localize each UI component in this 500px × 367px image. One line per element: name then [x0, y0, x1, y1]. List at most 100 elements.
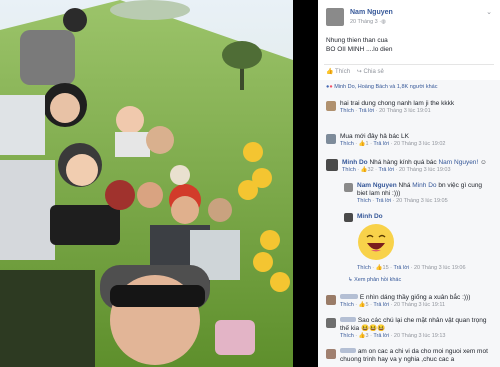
reply-meta: Thích · Trả lời · 20 Tháng 3 lúc 19:05 — [357, 198, 448, 204]
comment-body: E nhìn dáng thầy giống a xuân bắc :))) — [359, 294, 471, 301]
replier-avatar[interactable] — [344, 213, 353, 222]
post-time-text: 20 Tháng 3 — [350, 19, 378, 25]
comment-mention[interactable]: Nam Nguyen! — [438, 159, 478, 166]
comment-reply-link[interactable]: Trả lời — [359, 108, 375, 114]
thumbs-up-icon: 👍 — [326, 69, 334, 75]
comment-text: Sao các chú lại che mặt nhân vật quan tr… — [340, 317, 490, 333]
thumbs-up-icon: 👍 — [358, 333, 366, 339]
comment-meta: Thích · 👍1 · Trả lời · 20 Tháng 3 lúc 19… — [340, 141, 446, 147]
post-sidebar: Nam Nguyen 20 Tháng 3 ·◍ ⌄ Nhung thien t… — [318, 0, 500, 367]
post-text: Nhung thien than cua BO OII MINH ....lo … — [326, 36, 392, 54]
post-actions: 👍 Thích ↪ Chia sẻ — [326, 68, 384, 75]
comment-like-link[interactable]: Thích — [340, 333, 354, 339]
comment-author[interactable]: Minh Do — [342, 159, 368, 166]
reply-meta: Thích · 👍15 · Trả lời · 20 Tháng 3 lúc 1… — [357, 265, 466, 271]
comment-1: hai trai dung chong nanh lam ji the kkkk… — [340, 100, 490, 114]
comment-3: Minh Do Nhá hàng kính quá bác Nam Nguyen… — [342, 159, 492, 173]
comment-time[interactable]: 20 Tháng 3 lúc 19:03 — [399, 167, 451, 173]
sticker-laughing-emoji — [358, 224, 394, 260]
commenter-avatar[interactable] — [326, 295, 336, 305]
reply-reply-link[interactable]: Trả lời — [393, 265, 409, 271]
comment-body: am on cac a chi vi da cho moi nguoi xem … — [340, 348, 488, 363]
comment-text: E nhìn dáng thầy giống a xuân bắc :))) — [340, 294, 490, 302]
comment-body: Mua mới đây hả bác LK — [340, 133, 409, 140]
comment-reply-link[interactable]: Trả lời — [378, 167, 394, 173]
comment-2: Mua mới đây hả bác LK Thích · 👍1 · Trả l… — [340, 133, 490, 147]
comment-meta: Thích · Trả lời · 20 Tháng 3 lúc 19:01 — [340, 108, 431, 114]
comment-text: Minh Do Nhá hàng kính quá bác Nam Nguyen… — [342, 159, 492, 167]
post-text-line1: Nhung thien than cua — [326, 37, 388, 44]
comment-reply-link[interactable]: Trả lời — [373, 141, 389, 147]
comment-text: hai trai dung chong nanh lam ji the kkkk — [340, 100, 490, 108]
reaction-icons: 👍 — [360, 167, 368, 173]
comment-meta: Thích · 👍32 · Trả lời · 20 Tháng 3 lúc 1… — [342, 167, 451, 173]
love-reaction-icon: ● — [329, 84, 333, 90]
post-photo[interactable] — [0, 0, 293, 367]
reactions-summary[interactable]: ●● Minh Do, Hoàng Bách và 1,8K người khá… — [326, 84, 437, 90]
commenter-avatar[interactable] — [326, 159, 338, 171]
laughing-emoji-icon: 😆😆😆 — [360, 325, 386, 332]
view-more-replies-label: Xem phản hồi khác — [354, 277, 402, 283]
comment-like-link[interactable]: Thích — [340, 108, 354, 114]
reply-like-link[interactable]: Thích — [357, 198, 371, 204]
comment-reaction-count[interactable]: 5 — [366, 302, 369, 308]
comment-5: Sao các chú lại che mặt nhân vật quan tr… — [340, 317, 490, 339]
commenter-avatar[interactable] — [326, 101, 336, 111]
comment-reply-link[interactable]: Trả lời — [373, 333, 389, 339]
reply-author[interactable]: Minh Do — [357, 213, 383, 220]
reply-reaction-count[interactable]: 15 — [383, 265, 389, 271]
comment-reaction-count[interactable]: 32 — [368, 167, 374, 173]
comment-like-link[interactable]: Thích — [342, 167, 356, 173]
share-icon: ↪ — [356, 69, 362, 75]
post-time[interactable]: 20 Tháng 3 ·◍ — [350, 19, 386, 25]
post-options-chevron-icon[interactable]: ⌄ — [486, 8, 492, 16]
post-author[interactable]: Nam Nguyen — [350, 9, 393, 16]
like-button[interactable]: 👍 Thích — [326, 69, 350, 75]
comment-meta: Thích · 👍5 · Trả lời · 20 Tháng 3 lúc 19… — [340, 302, 446, 308]
comment-time[interactable]: 20 Tháng 3 lúc 19:13 — [394, 333, 446, 339]
reply-reply-link[interactable]: Trả lời — [376, 198, 392, 204]
comment-time[interactable]: 20 Tháng 3 lúc 19:01 — [379, 108, 431, 114]
reply-text: Nam Nguyen Nhá Minh Do bn việc gì cung b… — [357, 182, 492, 198]
comment-6: am on cac a chi vi da cho moi nguoi xem … — [340, 348, 490, 364]
smile-emoji-icon: ☺ — [480, 159, 487, 166]
comment-meta: Thích · 👍3 · Trả lời · 20 Tháng 3 lúc 19… — [340, 333, 446, 339]
like-label: Thích — [335, 69, 351, 75]
comment-reaction-count[interactable]: 3 — [366, 333, 369, 339]
comment-author-blurred[interactable] — [340, 294, 358, 299]
commenter-avatar[interactable] — [326, 134, 336, 144]
comment-time[interactable]: 20 Tháng 3 lúc 19:11 — [394, 302, 445, 308]
author-avatar[interactable] — [326, 8, 344, 26]
reply-body-prefix: Nhá — [398, 182, 411, 189]
share-button[interactable]: ↪ Chia sẻ — [357, 69, 384, 75]
thumbs-up-icon: 👍 — [358, 141, 366, 147]
comment-body: Nhá hàng kính quá bác — [369, 159, 437, 166]
comment-time[interactable]: 20 Tháng 3 lúc 19:02 — [394, 141, 446, 147]
commenter-avatar[interactable] — [326, 318, 336, 328]
comment-4: E nhìn dáng thầy giống a xuân bắc :))) T… — [340, 294, 490, 308]
comment-author-blurred[interactable] — [340, 348, 356, 353]
comment-author-blurred[interactable] — [340, 317, 356, 322]
commenter-avatar[interactable] — [326, 349, 336, 359]
reply-like-link[interactable]: Thích — [357, 265, 371, 271]
comment-text: Mua mới đây hả bác LK — [340, 133, 490, 141]
reply-time[interactable]: 20 Tháng 3 lúc 19:06 — [414, 265, 466, 271]
view-more-replies-link[interactable]: ↳ Xem phản hồi khác — [348, 277, 401, 283]
comment-like-link[interactable]: Thích — [340, 302, 354, 308]
thumbs-up-icon: 👍 — [375, 265, 383, 271]
group-selfie-image — [0, 0, 293, 367]
comment-body: hai trai dung chong nanh lam ji the kkkk — [340, 100, 455, 107]
reply-1: Nam Nguyen Nhá Minh Do bn việc gì cung b… — [357, 182, 492, 204]
reply-time[interactable]: 20 Tháng 3 lúc 19:05 — [396, 198, 448, 204]
reply-arrow-icon: ↳ — [348, 277, 353, 283]
share-label: Chia sẻ — [363, 69, 384, 75]
divider — [324, 64, 494, 65]
comment-like-link[interactable]: Thích — [340, 141, 354, 147]
comment-reaction-count[interactable]: 1 — [366, 141, 369, 147]
laughing-face-icon — [366, 234, 386, 252]
comment-reply-link[interactable]: Trả lời — [373, 302, 389, 308]
reply-mention[interactable]: Minh Do — [412, 182, 436, 189]
reply-author[interactable]: Nam Nguyen — [357, 182, 397, 189]
replier-avatar[interactable] — [344, 183, 353, 192]
comment-text: am on cac a chi vi da cho moi nguoi xem … — [340, 348, 490, 364]
